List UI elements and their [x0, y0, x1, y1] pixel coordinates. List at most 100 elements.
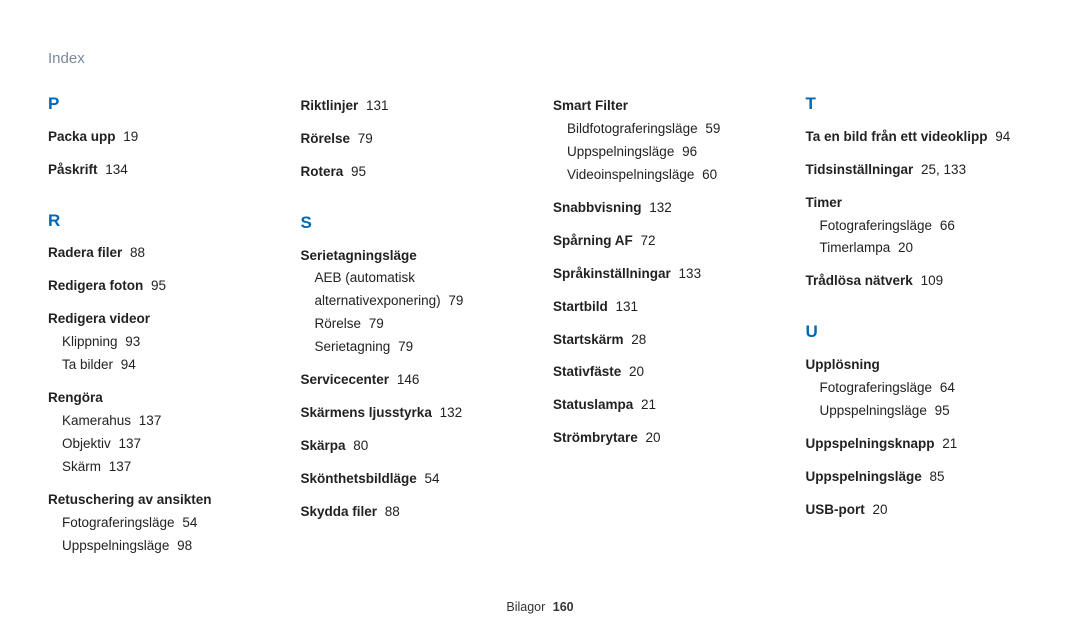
index-subentry[interactable]: Serietagning 79: [301, 336, 528, 359]
index-entry-title: USB-port: [806, 502, 865, 517]
index-entry-title: Servicecenter: [301, 372, 390, 387]
index-entry[interactable]: Statuslampa 21: [553, 394, 780, 417]
index-entry-group: Servicecenter 146: [301, 369, 528, 392]
index-subentry-label: Timerlampa: [820, 240, 891, 255]
index-subentry[interactable]: Timerlampa 20: [806, 237, 1033, 260]
index-entry[interactable]: Packa upp 19: [48, 126, 275, 149]
index-subentry-pages: 137: [135, 413, 161, 428]
index-entry-title: Tidsinställningar: [806, 162, 914, 177]
index-entry[interactable]: Skärpa 80: [301, 435, 528, 458]
index-subentry[interactable]: Uppspelningsläge 96: [553, 141, 780, 164]
index-entry[interactable]: Smart Filter: [553, 95, 780, 118]
index-entry-pages: 133: [675, 266, 701, 281]
index-subentry[interactable]: Ta bilder 94: [48, 354, 275, 377]
index-subentry-pages: 20: [894, 240, 913, 255]
index-entry[interactable]: Påskrift 134: [48, 159, 275, 182]
index-subentry[interactable]: Kamerahus 137: [48, 410, 275, 433]
index-entry[interactable]: Radera filer 88: [48, 242, 275, 265]
index-subentry-pages: 59: [702, 121, 721, 136]
index-entry-title: Startbild: [553, 299, 608, 314]
index-entry[interactable]: Servicecenter 146: [301, 369, 528, 392]
index-entry[interactable]: Språkinställningar 133: [553, 263, 780, 286]
index-entry-title: Uppspelningsläge: [806, 469, 922, 484]
index-entry[interactable]: Timer: [806, 192, 1033, 215]
index-entry[interactable]: Rörelse 79: [301, 128, 528, 151]
index-entry[interactable]: Ta en bild från ett videoklipp 94: [806, 126, 1033, 149]
index-column: Riktlinjer 131Rörelse 79Rotera 95SSeriet…: [301, 95, 528, 568]
index-subentry[interactable]: Skärm 137: [48, 456, 275, 479]
index-entry-pages: 54: [421, 471, 440, 486]
index-entry[interactable]: Snabbvisning 132: [553, 197, 780, 220]
index-subentry[interactable]: Fotograferingsläge 54: [48, 512, 275, 535]
index-columns: PPacka upp 19Påskrift 134RRadera filer 8…: [48, 95, 1032, 568]
index-entry-pages: 25, 133: [917, 162, 966, 177]
index-entry[interactable]: Trådlösa nätverk 109: [806, 270, 1033, 293]
index-subentry[interactable]: Uppspelningsläge 98: [48, 535, 275, 558]
index-subentry-label: AEB (automatisk alternativexponering): [315, 270, 441, 308]
index-subentry[interactable]: Rörelse 79: [301, 313, 528, 336]
index-entry-title: Retuschering av ansikten: [48, 492, 212, 507]
index-entry-group: Språkinställningar 133: [553, 263, 780, 286]
index-entry-title: Strömbrytare: [553, 430, 638, 445]
index-subentry[interactable]: Objektiv 137: [48, 433, 275, 456]
index-entry[interactable]: Serietagningsläge: [301, 245, 528, 268]
index-page: Index PPacka upp 19Påskrift 134RRadera f…: [0, 0, 1080, 630]
index-subentry[interactable]: Fotograferingsläge 64: [806, 377, 1033, 400]
index-subentry-label: Uppspelningsläge: [567, 144, 674, 159]
index-entry-pages: 134: [102, 162, 128, 177]
index-entry[interactable]: Tidsinställningar 25, 133: [806, 159, 1033, 182]
index-entry[interactable]: Rengöra: [48, 387, 275, 410]
index-subentry[interactable]: Bildfotograferingsläge 59: [553, 118, 780, 141]
index-subentry[interactable]: Uppspelningsläge 95: [806, 400, 1033, 423]
index-entry[interactable]: Skönthetsbildläge 54: [301, 468, 528, 491]
index-entry-pages: 132: [436, 405, 462, 420]
index-subentry-pages: 66: [936, 218, 955, 233]
index-entry-pages: 28: [628, 332, 647, 347]
index-entry[interactable]: Riktlinjer 131: [301, 95, 528, 118]
index-entry[interactable]: Skydda filer 88: [301, 501, 528, 524]
index-entry-pages: 72: [637, 233, 656, 248]
index-entry-group: Trådlösa nätverk 109: [806, 270, 1033, 293]
index-entry[interactable]: Upplösning: [806, 354, 1033, 377]
index-subentry-pages: 64: [936, 380, 955, 395]
index-entry-title: Redigera foton: [48, 278, 143, 293]
index-entry-group: Stativfäste 20: [553, 361, 780, 384]
index-entry-pages: 20: [642, 430, 661, 445]
index-entry[interactable]: Skärmens ljusstyrka 132: [301, 402, 528, 425]
index-entry-pages: 95: [347, 164, 366, 179]
index-column: Smart FilterBildfotograferingsläge 59Upp…: [553, 95, 780, 568]
index-subentry[interactable]: AEB (automatisk alternativexponering) 79: [301, 267, 528, 313]
index-entry-group: USB-port 20: [806, 499, 1033, 522]
index-entry-group: Rotera 95: [301, 161, 528, 184]
index-entry-pages: 132: [646, 200, 672, 215]
index-entry-group: Uppspelningsläge 85: [806, 466, 1033, 489]
index-entry[interactable]: Spårning AF 72: [553, 230, 780, 253]
index-subentry[interactable]: Fotograferingsläge 66: [806, 215, 1033, 238]
index-entry-group: Retuschering av ansikten Fotograferingslä…: [48, 489, 275, 558]
index-entry[interactable]: Redigera foton 95: [48, 275, 275, 298]
index-entry[interactable]: Stativfäste 20: [553, 361, 780, 384]
page-footer: Bilagor 160: [0, 600, 1080, 614]
index-subentry-pages: 96: [678, 144, 697, 159]
index-entry[interactable]: Retuschering av ansikten: [48, 489, 275, 512]
index-entry-title: Radera filer: [48, 245, 122, 260]
index-entry[interactable]: Startskärm 28: [553, 329, 780, 352]
footer-label: Bilagor: [506, 600, 545, 614]
index-entry[interactable]: USB-port 20: [806, 499, 1033, 522]
index-entry-pages: 131: [362, 98, 388, 113]
index-subentry-label: Fotograferingsläge: [820, 218, 933, 233]
index-entry[interactable]: Startbild 131: [553, 296, 780, 319]
index-entry[interactable]: Uppspelningsläge 85: [806, 466, 1033, 489]
index-subentry[interactable]: Klippning 93: [48, 331, 275, 354]
index-entry-pages: 109: [917, 273, 943, 288]
index-entry[interactable]: Redigera videor: [48, 308, 275, 331]
index-entry[interactable]: Uppspelningsknapp 21: [806, 433, 1033, 456]
index-entry-title: Statuslampa: [553, 397, 633, 412]
index-entry[interactable]: Rotera 95: [301, 161, 528, 184]
index-entry[interactable]: Strömbrytare 20: [553, 427, 780, 450]
index-subentry[interactable]: Videoinspelningsläge 60: [553, 164, 780, 187]
index-entry-pages: 80: [350, 438, 369, 453]
index-entry-title: Startskärm: [553, 332, 624, 347]
index-subentry-pages: 79: [365, 316, 384, 331]
index-subentry-label: Rörelse: [315, 316, 362, 331]
